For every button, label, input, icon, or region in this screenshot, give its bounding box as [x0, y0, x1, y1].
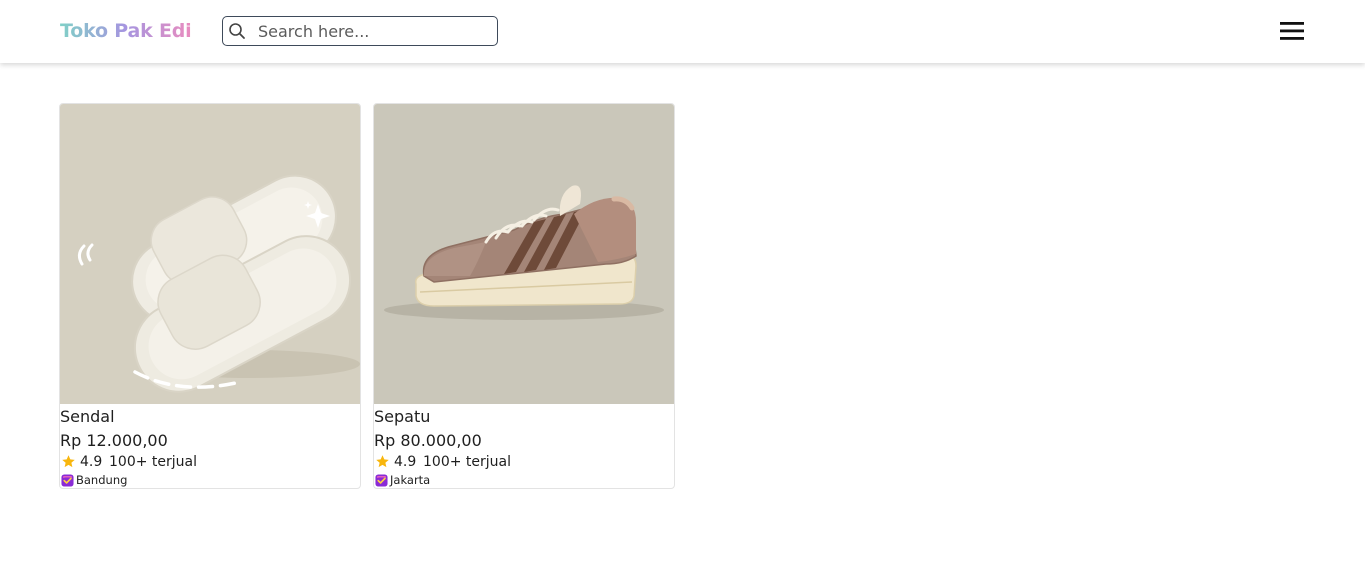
product-name[interactable]: Sendal [60, 406, 115, 428]
search-input[interactable] [258, 20, 488, 42]
product-sold-count: 100+ terjual [109, 454, 197, 470]
location-label: Bandung [76, 473, 128, 487]
product-sold-count: 100+ terjual [423, 454, 511, 470]
search-bar [222, 16, 498, 46]
product-name[interactable]: Sepatu [374, 406, 430, 428]
product-image-sepatu[interactable] [374, 104, 674, 404]
hamburger-menu-icon[interactable] [1278, 19, 1306, 43]
star-icon [62, 455, 75, 468]
product-price: Rp 12.000,00 [60, 431, 168, 450]
product-card-sendal[interactable]: Sendal Rp 12.000,00 4.9 100+ terjual Ban… [59, 103, 361, 489]
star-icon [376, 455, 389, 468]
location-label: Jakarta [390, 473, 431, 487]
search-icon[interactable] [228, 22, 246, 40]
product-image-sendal[interactable] [60, 104, 360, 404]
product-price: Rp 80.000,00 [374, 431, 482, 450]
product-rating: 4.9 [394, 454, 417, 470]
brand-name: Toko Pak Edi [60, 20, 192, 42]
verified-badge-icon [61, 474, 74, 487]
verified-badge-icon [375, 474, 388, 487]
navbar: Toko Pak Edi [0, 0, 1365, 63]
product-rating: 4.9 [80, 454, 103, 470]
brand-logo[interactable]: Toko Pak Edi [60, 18, 192, 44]
product-card-sepatu[interactable]: Sepatu Rp 80.000,00 4.9 100+ terjual Jak… [373, 103, 675, 489]
